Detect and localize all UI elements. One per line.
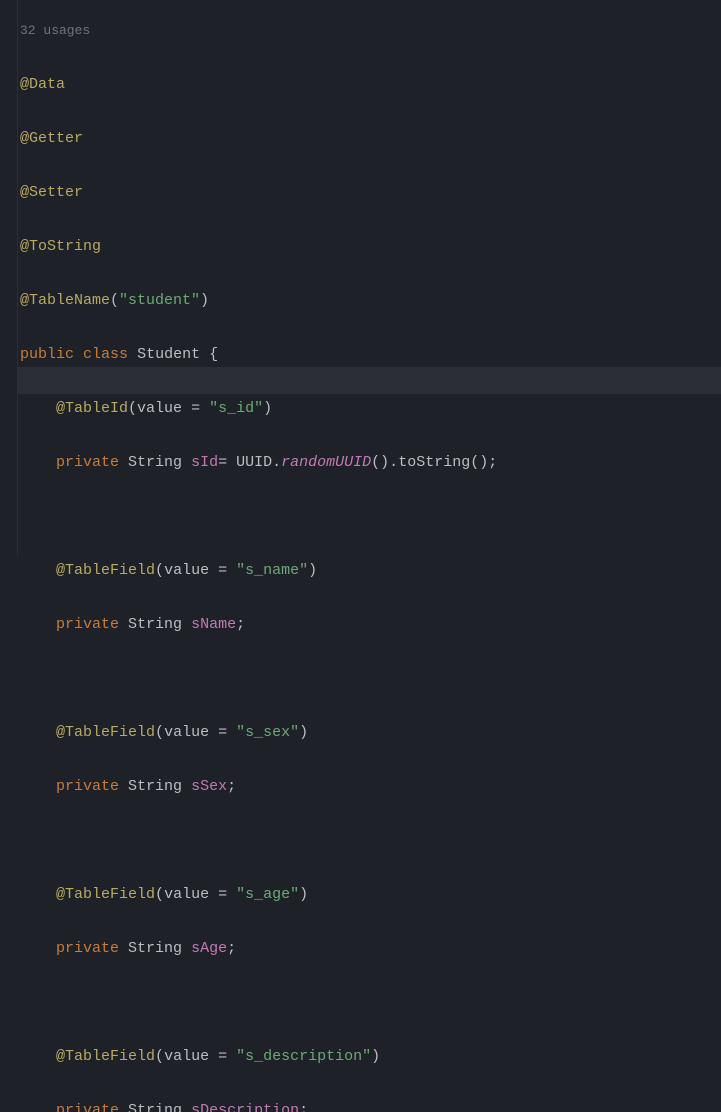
- code-line[interactable]: private String sDescription;: [20, 1097, 497, 1112]
- code-line[interactable]: private String sAge;: [20, 935, 497, 962]
- code-line[interactable]: @Data: [20, 71, 497, 98]
- code-line[interactable]: @TableName("student"): [20, 287, 497, 314]
- code-line[interactable]: @TableField(value = "s_name"): [20, 557, 497, 584]
- code-line[interactable]: public class Student {: [20, 341, 497, 368]
- code-line[interactable]: @TableField(value = "s_description"): [20, 1043, 497, 1070]
- code-line[interactable]: [20, 665, 497, 692]
- code-line[interactable]: @Getter: [20, 125, 497, 152]
- code-line[interactable]: private String sSex;: [20, 773, 497, 800]
- editor-gutter: [0, 0, 18, 556]
- code-line[interactable]: @ToString: [20, 233, 497, 260]
- code-editor[interactable]: 32 usages @Data @Getter @Setter @ToStrin…: [20, 0, 497, 1112]
- usages-hint[interactable]: 32 usages: [20, 17, 497, 44]
- code-line[interactable]: [20, 827, 497, 854]
- code-line[interactable]: @TableId(value = "s_id"): [20, 395, 497, 422]
- code-line[interactable]: private String sName;: [20, 611, 497, 638]
- code-line[interactable]: @TableField(value = "s_sex"): [20, 719, 497, 746]
- code-line[interactable]: @TableField(value = "s_age"): [20, 881, 497, 908]
- code-line[interactable]: [20, 503, 497, 530]
- code-line[interactable]: [20, 989, 497, 1016]
- code-line[interactable]: @Setter: [20, 179, 497, 206]
- code-line[interactable]: private String sId= UUID.randomUUID().to…: [20, 449, 497, 476]
